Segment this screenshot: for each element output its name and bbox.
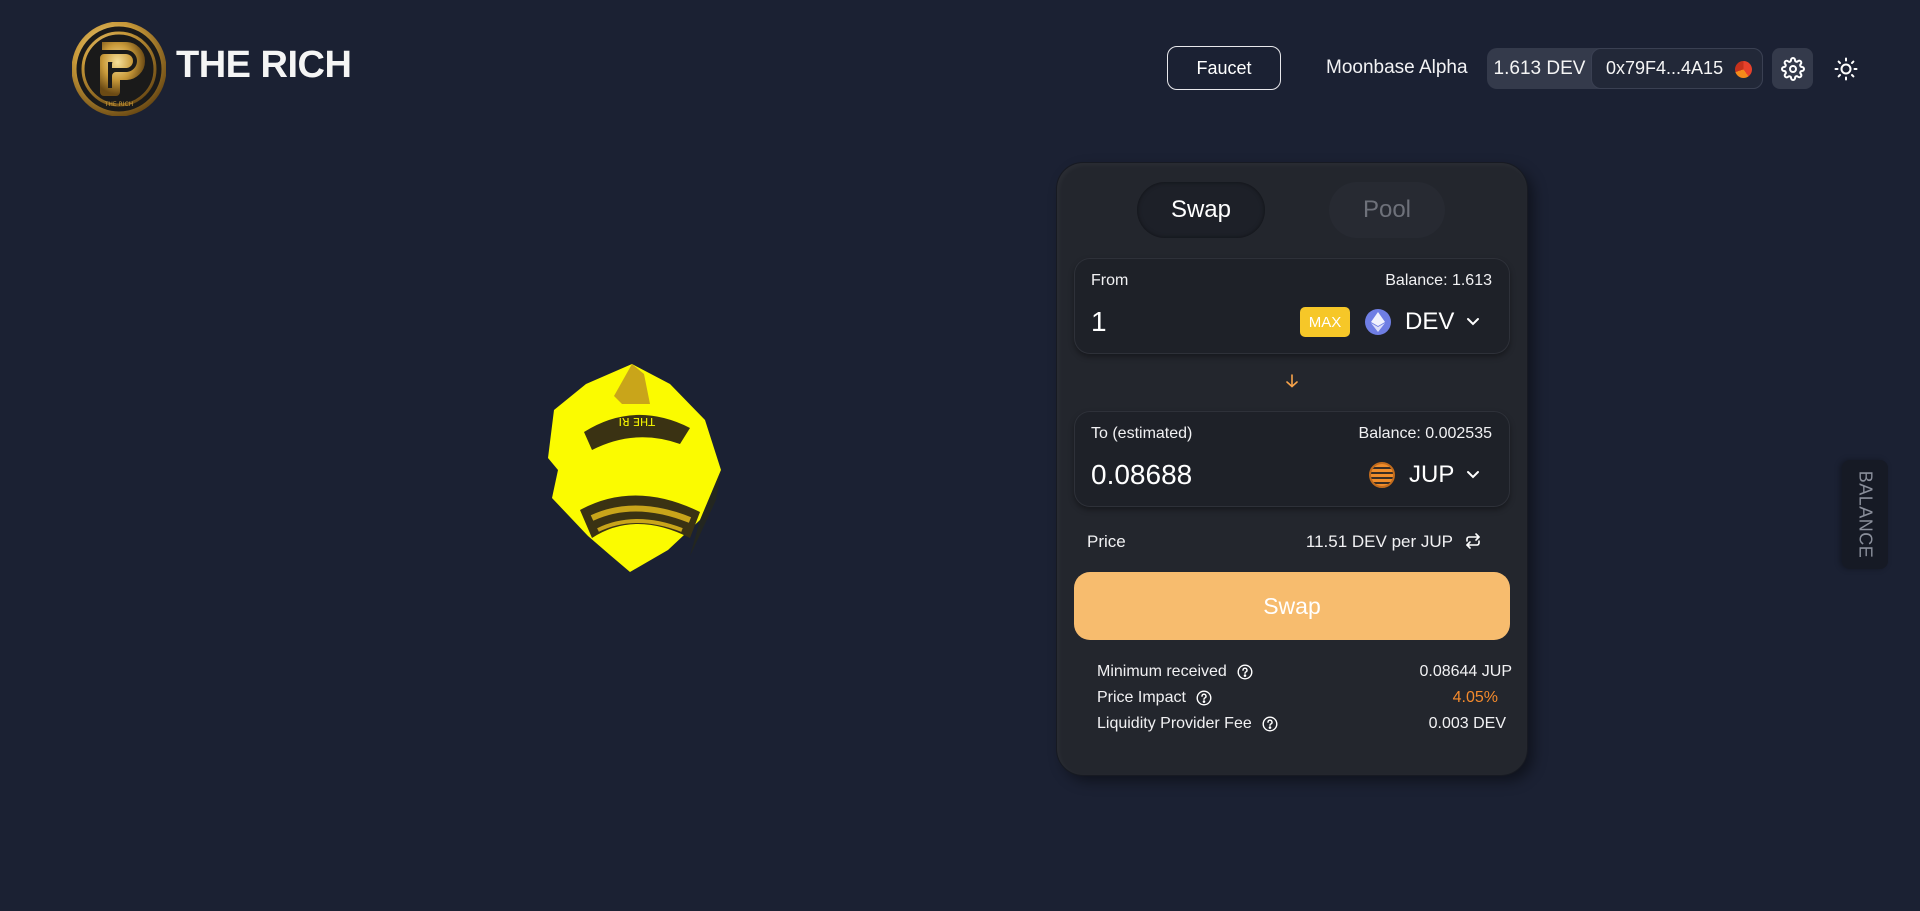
to-balance: Balance: 0.002535	[1358, 425, 1492, 442]
from-panel: From Balance: 1.613 MAX DEV	[1074, 258, 1510, 354]
network-name[interactable]: Moonbase Alpha	[1326, 57, 1468, 79]
settings-button[interactable]	[1772, 48, 1813, 89]
from-token-name: DEV	[1405, 308, 1455, 335]
price-label: Price	[1087, 532, 1126, 551]
wallet-balance: 1.613 DEV	[1493, 57, 1586, 79]
tab-swap[interactable]: Swap	[1137, 182, 1265, 238]
chevron-down-icon	[1466, 317, 1480, 327]
avatar	[1735, 61, 1752, 78]
from-balance: Balance: 1.613	[1385, 272, 1492, 289]
tab-pool[interactable]: Pool	[1329, 182, 1445, 238]
eth-icon	[1365, 309, 1391, 335]
to-amount-input[interactable]	[1091, 456, 1271, 494]
price-impact-value: 4.05%	[1452, 689, 1498, 706]
detail-row: Price Impact 4.05%	[1097, 686, 1512, 712]
swap-button[interactable]: Swap	[1074, 572, 1510, 640]
swap-details: Minimum received 0.08644 JUP Price Impac…	[1097, 660, 1512, 738]
faucet-button[interactable]: Faucet	[1167, 46, 1281, 90]
brand-title: THE RICH	[176, 44, 352, 86]
swap-card: Swap Pool From Balance: 1.613 MAX DEV To…	[1057, 163, 1527, 775]
to-token-select[interactable]: JUP	[1369, 459, 1480, 491]
gear-icon	[1780, 56, 1805, 81]
header: THE RICH THE RICH Faucet Moonbase Alpha …	[0, 0, 1920, 136]
sun-icon	[1834, 57, 1858, 81]
swap-arrows-icon[interactable]	[1463, 531, 1483, 551]
the-rich-logo[interactable]: THE RICH	[72, 22, 166, 116]
balance-tab-label: BALANCE	[1855, 470, 1876, 559]
help-icon[interactable]	[1237, 664, 1253, 680]
balance-side-tab[interactable]: BALANCE	[1842, 460, 1888, 569]
price-impact-label: Price Impact	[1097, 689, 1186, 706]
liquidity-fee-value: 0.003 DEV	[1428, 715, 1506, 732]
from-amount-input[interactable]	[1091, 303, 1271, 341]
jup-icon	[1369, 462, 1395, 488]
help-icon[interactable]	[1262, 716, 1278, 732]
detail-row: Minimum received 0.08644 JUP	[1097, 660, 1512, 686]
svg-text:THE RICH: THE RICH	[104, 101, 134, 108]
chevron-down-icon	[1466, 470, 1480, 480]
theme-toggle-button[interactable]	[1832, 55, 1860, 83]
to-panel: To (estimated) Balance: 0.002535 JUP	[1074, 411, 1510, 507]
coin-3d-graphic: THE RI	[548, 364, 721, 572]
liquidity-fee-label: Liquidity Provider Fee	[1097, 715, 1252, 732]
detail-row: Liquidity Provider Fee 0.003 DEV	[1097, 712, 1512, 738]
from-label: From	[1091, 272, 1129, 289]
wallet-address: 0x79F4...4A15	[1606, 58, 1724, 78]
from-token-select[interactable]: DEV	[1365, 306, 1480, 338]
minimum-received-value: 0.08644 JUP	[1419, 663, 1512, 680]
help-icon[interactable]	[1196, 690, 1212, 706]
to-label: To (estimated)	[1091, 425, 1193, 442]
price-value: 11.51 DEV per JUP	[1305, 532, 1453, 551]
wallet-address-button[interactable]: 0x79F4...4A15	[1591, 48, 1763, 89]
svg-text:THE RI: THE RI	[619, 415, 656, 428]
max-button[interactable]: MAX	[1300, 307, 1350, 337]
arrow-down-icon[interactable]	[1284, 373, 1300, 389]
to-token-name: JUP	[1409, 461, 1455, 488]
wallet-widget[interactable]: 1.613 DEV 0x79F4...4A15	[1487, 48, 1763, 89]
minimum-received-label: Minimum received	[1097, 663, 1227, 680]
